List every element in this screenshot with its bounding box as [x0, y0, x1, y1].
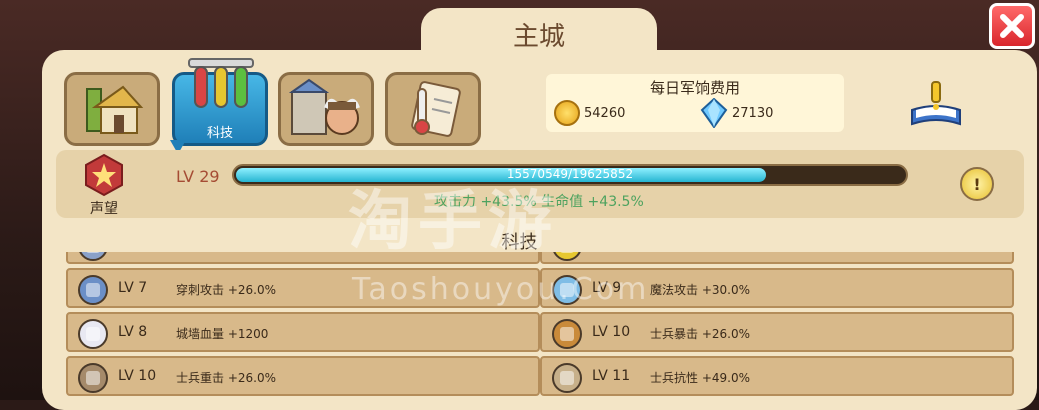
- tech-level: LV 10: [118, 368, 157, 384]
- tech-description: 穿刺攻击 +26.0%: [176, 283, 276, 297]
- soldier-resist-icon: [550, 361, 584, 395]
- prestige-progress-bar: 15570549/19625852: [232, 164, 908, 186]
- tab-label: 科技: [206, 126, 233, 141]
- tech-row[interactable]: LV 11暴击攻击 +44.0%: [540, 252, 1014, 264]
- prestige-label: 声望: [90, 201, 118, 217]
- soldier-heavy-icon: [76, 361, 110, 395]
- prestige-level: LV 29: [176, 167, 220, 186]
- page-title: 主城: [421, 8, 657, 60]
- tech-description: 士兵抗性 +49.0%: [650, 371, 750, 385]
- tech-level: LV 11: [592, 368, 631, 384]
- soldier-crit-icon: [550, 317, 584, 351]
- daily-cost-title: 每日军饷费用: [649, 79, 740, 97]
- scroll-thermometer-icon: [411, 81, 461, 137]
- tab-technology[interactable]: 科技: [172, 58, 268, 146]
- tech-description: 魔法攻击 +30.0%: [650, 283, 750, 297]
- tab-report[interactable]: [385, 72, 481, 146]
- watermark-sub: Taoshouyou.Com: [352, 272, 650, 307]
- tab-castle[interactable]: [278, 72, 374, 146]
- gold-amount: 54260: [584, 106, 626, 121]
- progress-text: 15570549/19625852: [506, 167, 634, 181]
- tech-description: 城墙血量 +1200: [176, 327, 269, 341]
- close-button[interactable]: [989, 3, 1035, 49]
- wall-icon: [76, 317, 110, 351]
- tab-building[interactable]: [64, 72, 160, 146]
- pierce-icon: [76, 273, 110, 307]
- tech-description: 攻击速度 +60.0%: [176, 252, 276, 254]
- tech-level: LV 10: [592, 324, 631, 340]
- close-icon: [1000, 14, 1024, 38]
- test-tubes-icon: [188, 58, 254, 108]
- watermark-main: 淘手游: [348, 185, 558, 259]
- house-icon: [86, 85, 144, 134]
- tech-description: 士兵重击 +26.0%: [176, 371, 276, 385]
- tech-row[interactable]: LV 11 士兵抗性 +49.0%: [540, 356, 1014, 396]
- gem-icon: [700, 98, 728, 128]
- gold-coin-icon: [554, 100, 580, 126]
- tech-row[interactable]: LV 8 城墙血量 +1200: [66, 312, 540, 352]
- tech-description: 士兵暴击 +26.0%: [650, 327, 750, 341]
- gem-amount: 27130: [732, 106, 774, 121]
- quest-book-icon[interactable]: [908, 80, 964, 130]
- tech-row[interactable]: LV 10 士兵重击 +26.0%: [66, 356, 540, 396]
- tech-level: LV 8: [118, 324, 148, 340]
- tech-description: 暴击攻击 +44.0%: [650, 252, 750, 254]
- tech-level: LV 7: [118, 280, 148, 296]
- castle-viking-icon: [288, 78, 360, 135]
- daily-cost-box: 每日军饷费用 54260 27130: [546, 74, 844, 132]
- prestige-star-icon: [85, 153, 123, 197]
- info-exclamation-icon[interactable]: !: [960, 167, 994, 201]
- speed-icon: [76, 252, 110, 263]
- tech-row[interactable]: LV 10 士兵暴击 +26.0%: [540, 312, 1014, 352]
